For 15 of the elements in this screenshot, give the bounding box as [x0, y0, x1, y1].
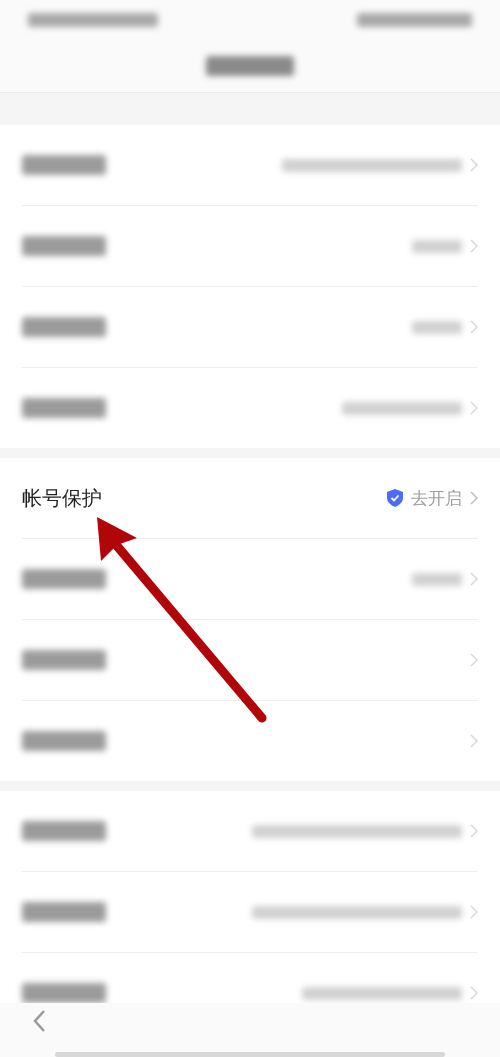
chevron-icon: [470, 734, 478, 748]
chevron-icon: [470, 320, 478, 334]
chevron-icon: [470, 905, 478, 919]
chevron-icon: [470, 572, 478, 586]
chevron-icon: [470, 401, 478, 415]
row-value: 去开启: [411, 486, 462, 510]
chevron-icon: [470, 653, 478, 667]
row-label: 帐号保护: [22, 484, 102, 512]
chevron-icon: [470, 491, 478, 505]
chevron-icon: [470, 158, 478, 172]
chevron-icon: [470, 986, 478, 1000]
chevron-icon: [470, 239, 478, 253]
protection-row[interactable]: 帐号保护 去开启: [22, 458, 478, 538]
back-icon[interactable]: [32, 1009, 46, 1033]
chevron-icon: [470, 824, 478, 838]
